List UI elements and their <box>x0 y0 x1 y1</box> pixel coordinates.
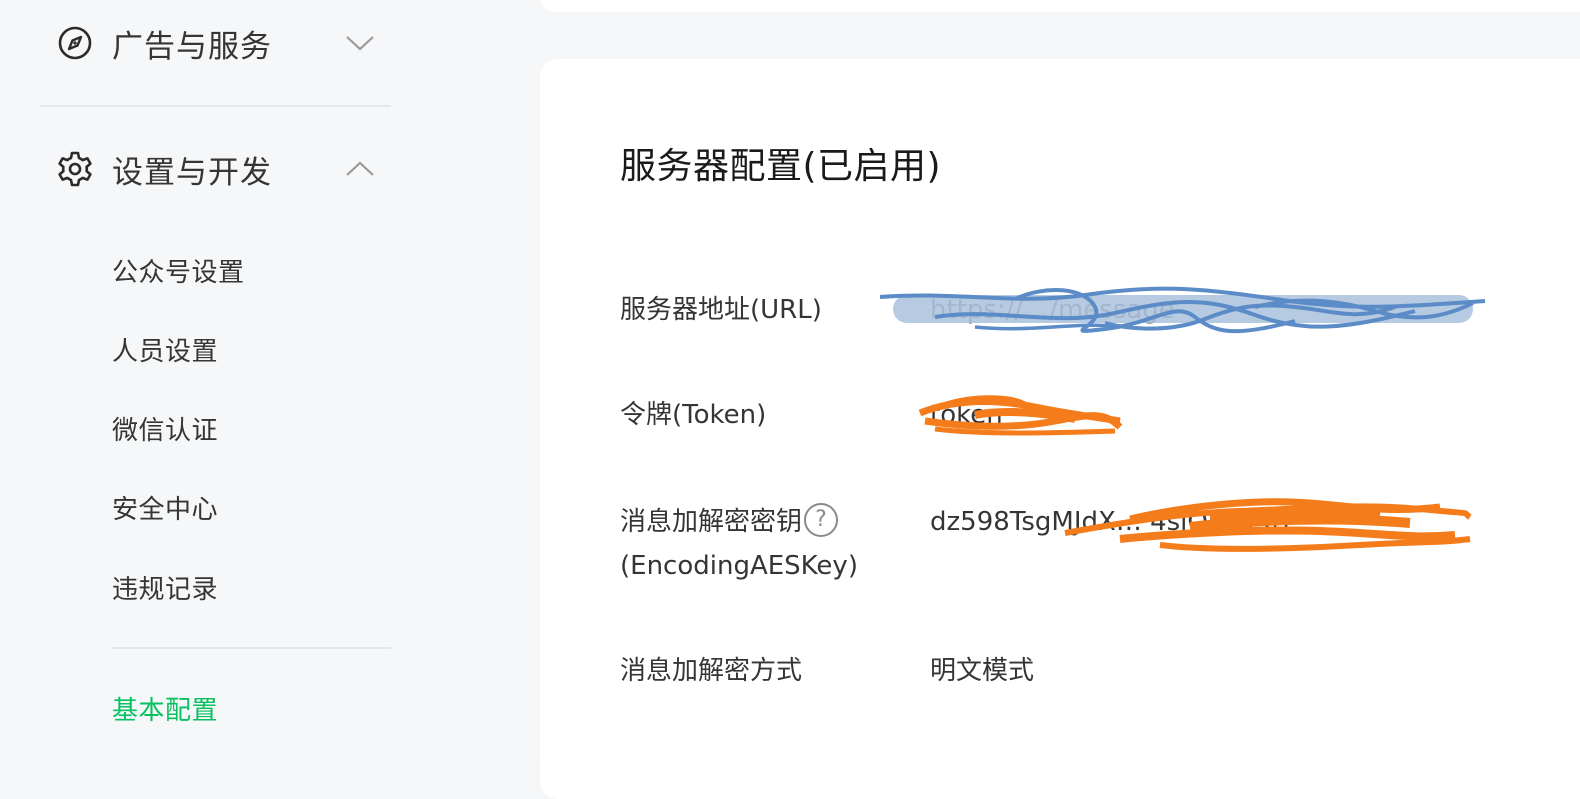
sidebar-divider <box>112 647 391 649</box>
sidebar-item-personnel-settings[interactable]: 人员设置 <box>112 331 218 368</box>
help-icon[interactable]: ? <box>804 502 839 537</box>
server-config-card: 服务器配置(已启用) 服务器地址(URL) https://…/message … <box>540 59 1580 799</box>
sidebar-item-account-settings[interactable]: 公众号设置 <box>112 252 245 289</box>
sidebar-section-label: 广告与服务 <box>112 28 272 65</box>
page-title: 服务器配置(已启用) <box>620 146 942 187</box>
top-card <box>540 0 1580 12</box>
aes-key-label: 消息加解密密钥? (EncodingAESKey) <box>620 500 858 588</box>
chevron-down-icon[interactable] <box>344 28 376 58</box>
sidebar-item-violation-records[interactable]: 违规记录 <box>112 569 218 606</box>
chevron-up-icon[interactable] <box>344 154 376 184</box>
server-url-value: https://…/message <box>930 295 1175 325</box>
server-url-label: 服务器地址(URL) <box>620 295 822 325</box>
sidebar-item-wechat-verification[interactable]: 微信认证 <box>112 410 218 447</box>
sidebar-divider <box>40 105 391 107</box>
encryption-mode-label: 消息加解密方式 <box>620 656 803 686</box>
aes-key-value: dz598TsgMJdX… 4siQrhQ9rF <box>930 507 1298 537</box>
sidebar: 广告与服务 设置与开发 公众号设置 人员设置 微信认证 安全中心 违规记录 基本… <box>0 0 540 756</box>
sidebar-section-ads-services[interactable]: 广告与服务 <box>56 18 376 68</box>
sidebar-item-security-center[interactable]: 安全中心 <box>112 489 218 526</box>
compass-icon <box>56 24 94 62</box>
token-label: 令牌(Token) <box>620 400 767 430</box>
aes-key-label-line2: (EncodingAESKey) <box>620 551 858 581</box>
aes-key-label-line1: 消息加解密密钥 <box>620 507 803 537</box>
token-value: token <box>930 400 1003 430</box>
sidebar-section-settings-dev[interactable]: 设置与开发 <box>56 144 376 194</box>
sidebar-item-basic-config[interactable]: 基本配置 <box>112 690 218 727</box>
encryption-mode-value: 明文模式 <box>930 656 1035 686</box>
gear-icon <box>56 150 94 188</box>
sidebar-section-label: 设置与开发 <box>112 154 272 191</box>
